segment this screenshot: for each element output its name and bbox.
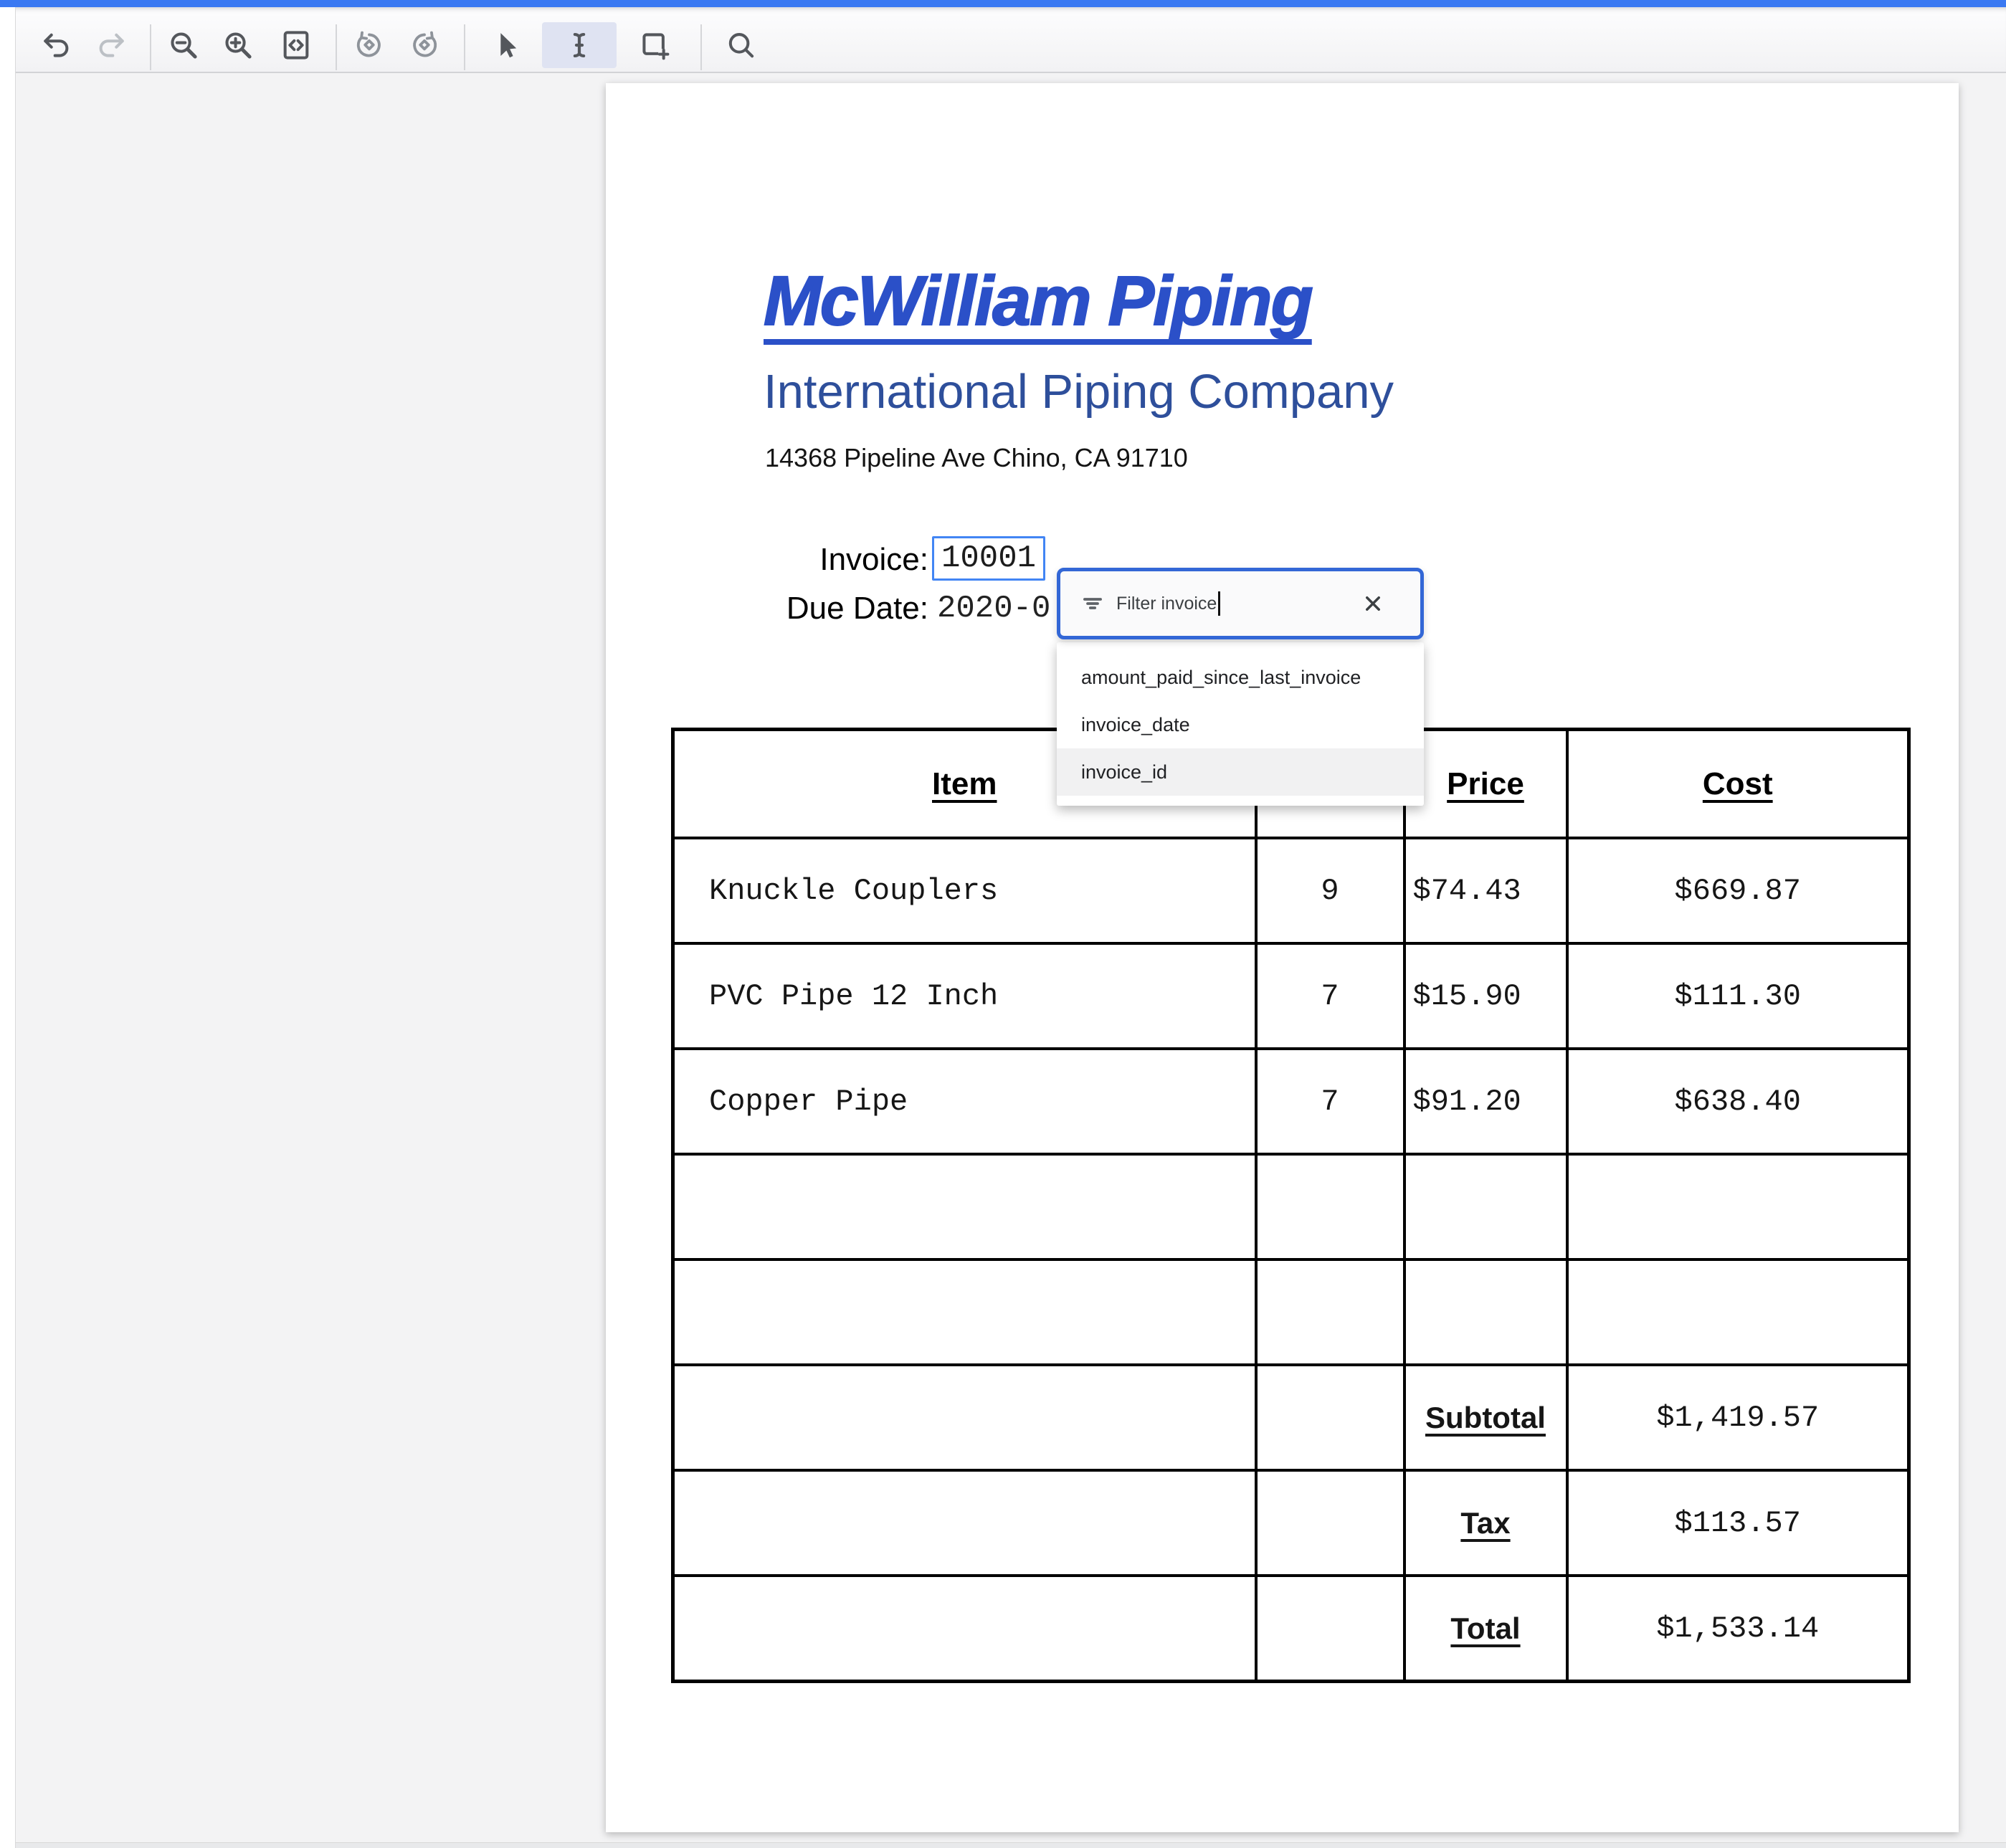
table-row: PVC Pipe 12 Inch 7 $15.90 $111.30 [673, 943, 1909, 1049]
region-select-button[interactable] [632, 22, 678, 68]
zoom-in-button[interactable] [215, 22, 261, 68]
rotate-right-button[interactable] [401, 22, 447, 68]
subtotal-row: Subtotal $1,419.57 [673, 1365, 1909, 1470]
cost-cell[interactable]: $638.40 [1567, 1049, 1909, 1154]
item-cell [673, 1154, 1256, 1259]
cursor-icon [490, 29, 523, 62]
close-button[interactable] [1357, 588, 1389, 619]
cost-cell [1567, 1259, 1909, 1365]
toolbar-divider [464, 24, 465, 70]
tax-label: Tax [1404, 1470, 1567, 1576]
company-subtitle: International Piping Company [764, 364, 1394, 419]
rotate-left-icon [353, 29, 386, 62]
undo-icon [40, 29, 73, 62]
window-accent-bar [0, 0, 2006, 7]
qty-cell[interactable]: 7 [1256, 943, 1404, 1049]
tax-value[interactable]: $113.57 [1567, 1470, 1909, 1576]
dropdown-option-invoice-date[interactable]: invoice_date [1057, 701, 1424, 748]
item-cell[interactable]: PVC Pipe 12 Inch [673, 943, 1256, 1049]
text-caret [1218, 591, 1220, 616]
invoice-label: Invoice: [735, 542, 928, 578]
undo-button[interactable] [34, 22, 80, 68]
text-cursor-icon [563, 29, 596, 62]
rotate-right-icon [408, 29, 441, 62]
redo-icon [95, 29, 128, 62]
region-select-icon [638, 29, 671, 62]
table-row-empty [673, 1259, 1909, 1365]
dropdown-option-amount-paid-since-last-invoice[interactable]: amount_paid_since_last_invoice [1057, 654, 1424, 701]
subtotal-label: Subtotal [1404, 1365, 1567, 1470]
total-label: Total [1404, 1576, 1567, 1682]
redo-button[interactable] [88, 22, 134, 68]
code-view-button[interactable] [273, 22, 319, 68]
header-price: Price [1404, 730, 1567, 839]
tax-row: Tax $113.57 [673, 1470, 1909, 1576]
empty-cell [673, 1365, 1256, 1470]
item-cell[interactable]: Copper Pipe [673, 1049, 1256, 1154]
filter-list-icon [1079, 590, 1106, 617]
code-view-icon [280, 29, 313, 62]
select-cursor-button[interactable] [483, 22, 529, 68]
due-date-label: Due Date: [735, 591, 928, 627]
total-row: Total $1,533.14 [673, 1576, 1909, 1682]
toolbar-divider [700, 24, 702, 70]
invoice-table: Item Price Cost Knuckle Couplers 9 $74.4… [671, 728, 1911, 1683]
collapsed-side-panel [0, 7, 16, 1848]
toolbar-divider [150, 24, 151, 70]
qty-cell[interactable]: 9 [1256, 838, 1404, 943]
header-cost: Cost [1567, 730, 1909, 839]
qty-cell [1256, 1259, 1404, 1365]
empty-cell [673, 1576, 1256, 1682]
subtotal-value[interactable]: $1,419.57 [1567, 1365, 1909, 1470]
zoom-out-button[interactable] [161, 22, 206, 68]
cost-cell [1567, 1154, 1909, 1259]
filter-input[interactable]: Filter invoice [1116, 594, 1217, 614]
rotate-left-button[interactable] [346, 22, 392, 68]
due-date-value[interactable]: 2020-0 [937, 591, 1050, 627]
filter-popup[interactable]: Filter invoice [1057, 568, 1424, 639]
qty-cell [1256, 1154, 1404, 1259]
app-window: McWilliam Piping International Piping Co… [0, 0, 2006, 1848]
cost-cell[interactable]: $669.87 [1567, 838, 1909, 943]
price-cell [1404, 1259, 1567, 1365]
text-cursor-button[interactable] [542, 22, 617, 68]
cost-cell[interactable]: $111.30 [1567, 943, 1909, 1049]
bottom-edge-strip [0, 1842, 2006, 1848]
price-cell[interactable]: $15.90 [1404, 943, 1567, 1049]
company-address: 14368 Pipeline Ave Chino, CA 91710 [765, 443, 1188, 473]
price-cell[interactable]: $91.20 [1404, 1049, 1567, 1154]
document-page: McWilliam Piping International Piping Co… [606, 83, 1959, 1832]
empty-cell [1256, 1470, 1404, 1576]
item-cell [673, 1259, 1256, 1365]
item-cell[interactable]: Knuckle Couplers [673, 838, 1256, 943]
invoice-number-selected[interactable]: 10001 [932, 536, 1045, 581]
empty-cell [1256, 1576, 1404, 1682]
table-row-empty [673, 1154, 1909, 1259]
price-cell [1404, 1154, 1567, 1259]
filter-suggestions-dropdown: amount_paid_since_last_invoice invoice_d… [1057, 642, 1424, 806]
total-value[interactable]: $1,533.14 [1567, 1576, 1909, 1682]
toolbar-divider [336, 24, 337, 70]
empty-cell [1256, 1365, 1404, 1470]
dropdown-option-invoice-id[interactable]: invoice_id [1057, 748, 1424, 796]
search-icon [724, 29, 757, 62]
close-icon [1359, 590, 1387, 617]
qty-cell[interactable]: 7 [1256, 1049, 1404, 1154]
table-row: Copper Pipe 7 $91.20 $638.40 [673, 1049, 1909, 1154]
price-cell[interactable]: $74.43 [1404, 838, 1567, 943]
zoom-out-icon [167, 29, 200, 62]
company-title: McWilliam Piping [764, 261, 1312, 341]
search-button[interactable] [718, 22, 764, 68]
toolbar [0, 7, 2006, 73]
table-row: Knuckle Couplers 9 $74.43 $669.87 [673, 838, 1909, 943]
empty-cell [673, 1470, 1256, 1576]
zoom-in-icon [222, 29, 255, 62]
